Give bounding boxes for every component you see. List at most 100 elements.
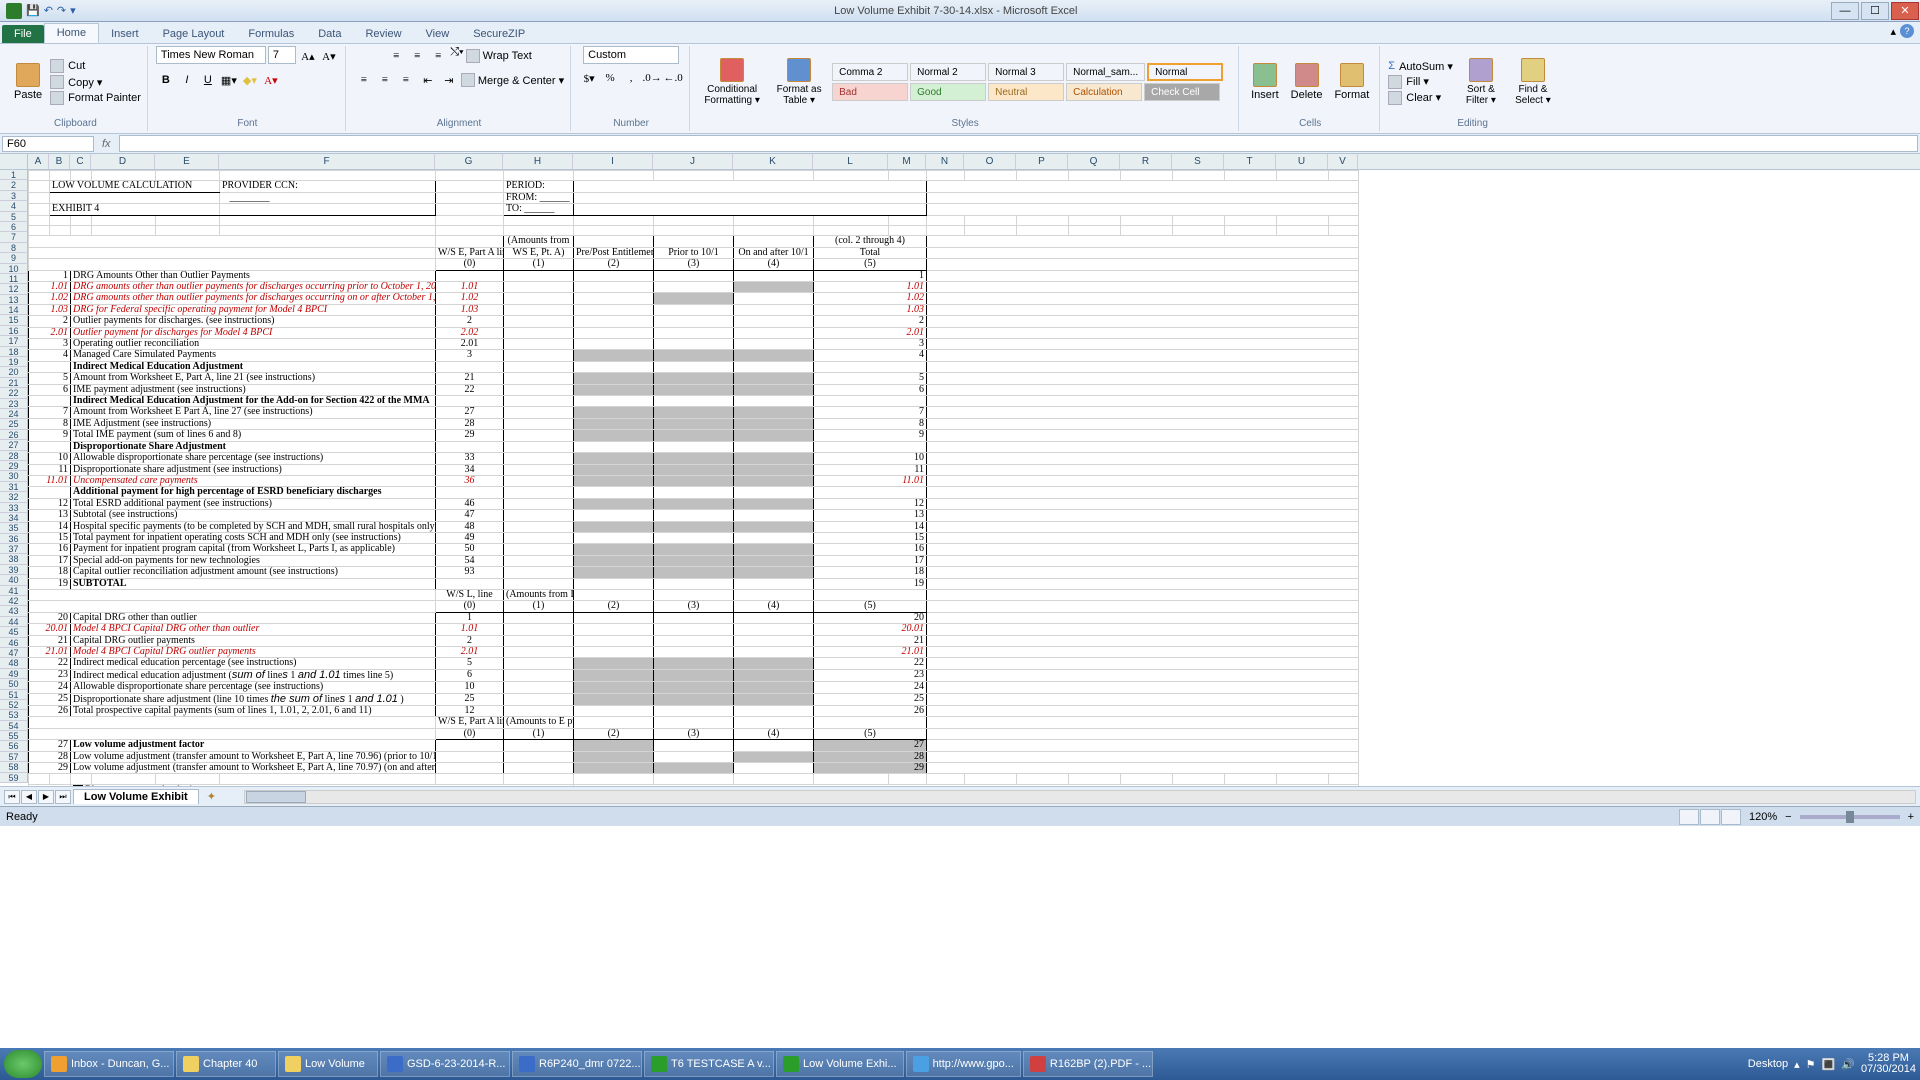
currency-button[interactable]: $▾ (579, 68, 599, 88)
help-icon[interactable]: ? (1900, 24, 1914, 38)
align-top[interactable]: ≡ (386, 46, 406, 66)
fx-icon[interactable]: fx (96, 138, 117, 150)
fill-button[interactable]: Fill ▾ (1388, 75, 1453, 89)
taskbar-button[interactable]: Inbox - Duncan, G... (44, 1051, 174, 1077)
col-header-S[interactable]: S (1172, 154, 1224, 169)
style-neutral[interactable]: Neutral (988, 83, 1064, 101)
col-header-Q[interactable]: Q (1068, 154, 1120, 169)
italic-button[interactable]: I (177, 70, 197, 90)
inc-decimal-button[interactable]: .0→ (642, 68, 662, 88)
style-comma2[interactable]: Comma 2 (832, 63, 908, 81)
style-good[interactable]: Good (910, 83, 986, 101)
align-center[interactable]: ≡ (375, 70, 395, 90)
format-as-table-button[interactable]: Format as Table ▾ (770, 56, 828, 108)
row-header[interactable]: 48 (0, 658, 28, 668)
zoom-slider[interactable] (1800, 815, 1900, 819)
show-desktop-label[interactable]: Desktop (1748, 1058, 1788, 1070)
row-header[interactable]: 29 (0, 461, 28, 471)
col-header-B[interactable]: B (49, 154, 70, 169)
redo-icon[interactable]: ↷ (57, 4, 66, 17)
prev-sheet-button[interactable]: ◀ (21, 790, 37, 804)
row-header[interactable]: 8 (0, 243, 28, 253)
taskbar-button[interactable]: Chapter 40 (176, 1051, 276, 1077)
orientation-button[interactable]: ⤭▾ (450, 46, 463, 66)
row-header[interactable]: 22 (0, 388, 28, 398)
row-header[interactable]: 47 (0, 648, 28, 658)
pagebreak-view[interactable] (1721, 809, 1741, 825)
delete-cells-button[interactable]: Delete (1287, 61, 1327, 103)
row-header[interactable]: 17 (0, 336, 28, 346)
qat-more-icon[interactable]: ▾ (70, 4, 76, 17)
row-header[interactable]: 13 (0, 295, 28, 305)
wrap-text-button[interactable]: Wrap Text (466, 46, 532, 66)
last-sheet-button[interactable]: ⏭ (55, 790, 71, 804)
format-cells-button[interactable]: Format (1330, 61, 1373, 103)
style-calculation[interactable]: Calculation (1066, 83, 1142, 101)
paste-button[interactable]: Paste (10, 61, 46, 103)
tray-chevron-icon[interactable]: ▴ (1794, 1058, 1800, 1071)
view-buttons[interactable] (1679, 809, 1741, 825)
row-header[interactable]: 26 (0, 430, 28, 440)
indent-dec[interactable]: ⇤ (418, 70, 438, 90)
col-header-E[interactable]: E (155, 154, 219, 169)
close-button[interactable]: ✕ (1891, 2, 1919, 20)
row-header[interactable]: 7 (0, 232, 28, 242)
grid[interactable]: LOW VOLUME CALCULATIONPROVIDER CCN:PERIO… (28, 170, 1359, 786)
row-header[interactable]: 36 (0, 534, 28, 544)
tab-data[interactable]: Data (306, 25, 353, 43)
maximize-button[interactable]: ☐ (1861, 2, 1889, 20)
dec-decimal-button[interactable]: ←.0 (663, 68, 683, 88)
taskbar-button[interactable]: Low Volume (278, 1051, 378, 1077)
grow-font-button[interactable]: A▴ (298, 46, 318, 66)
zoom-thumb[interactable] (1846, 811, 1854, 823)
merge-center-button[interactable]: Merge & Center ▾ (461, 70, 564, 90)
row-header[interactable]: 31 (0, 482, 28, 492)
row-header[interactable]: 4 (0, 201, 28, 211)
row-header[interactable]: 28 (0, 451, 28, 461)
autosum-button[interactable]: ΣAutoSum ▾ (1388, 60, 1453, 73)
number-format-combo[interactable]: Custom (583, 46, 679, 64)
conditional-formatting-button[interactable]: Conditional Formatting ▾ (698, 56, 766, 108)
row-header[interactable]: 5 (0, 212, 28, 222)
row-header[interactable]: 3 (0, 191, 28, 201)
col-header-N[interactable]: N (926, 154, 964, 169)
taskbar-button[interactable]: T6 TESTCASE A v... (644, 1051, 774, 1077)
col-header-I[interactable]: I (573, 154, 653, 169)
row-header[interactable]: 50 (0, 679, 28, 689)
zoom-level[interactable]: 120% (1749, 811, 1777, 823)
tab-securezip[interactable]: SecureZIP (461, 25, 537, 43)
style-normalsam[interactable]: Normal_sam... (1066, 63, 1145, 81)
clear-button[interactable]: Clear ▾ (1388, 91, 1453, 105)
row-header[interactable]: 41 (0, 586, 28, 596)
row-header[interactable]: 44 (0, 617, 28, 627)
col-header-K[interactable]: K (733, 154, 813, 169)
row-header[interactable]: 30 (0, 471, 28, 481)
row-header[interactable]: 33 (0, 503, 28, 513)
save-icon[interactable]: 💾 (26, 4, 40, 17)
row-header[interactable]: 11 (0, 274, 28, 284)
style-normal2[interactable]: Normal 2 (910, 63, 986, 81)
row-header[interactable]: 32 (0, 492, 28, 502)
align-right[interactable]: ≡ (396, 70, 416, 90)
row-header[interactable]: 19 (0, 357, 28, 367)
font-size-combo[interactable]: 7 (268, 46, 296, 64)
row-header[interactable]: 21 (0, 378, 28, 388)
col-header-C[interactable]: C (70, 154, 91, 169)
next-sheet-button[interactable]: ▶ (38, 790, 54, 804)
taskbar-button[interactable]: R162BP (2).PDF - ... (1023, 1051, 1153, 1077)
align-mid[interactable]: ≡ (407, 46, 427, 66)
row-header[interactable]: 15 (0, 315, 28, 325)
row-header[interactable]: 34 (0, 513, 28, 523)
row-header[interactable]: 16 (0, 326, 28, 336)
col-header-F[interactable]: F (219, 154, 435, 169)
row-header[interactable]: 37 (0, 544, 28, 554)
style-bad[interactable]: Bad (832, 83, 908, 101)
row-header[interactable]: 59 (0, 773, 28, 783)
row-header[interactable]: 51 (0, 690, 28, 700)
taskbar-button[interactable]: R6P240_dmr 0722... (512, 1051, 642, 1077)
tab-home[interactable]: Home (44, 23, 99, 43)
border-button[interactable]: ▦▾ (219, 70, 239, 90)
comma-button[interactable]: , (621, 68, 641, 88)
row-header[interactable]: 12 (0, 284, 28, 294)
row-header[interactable]: 23 (0, 399, 28, 409)
